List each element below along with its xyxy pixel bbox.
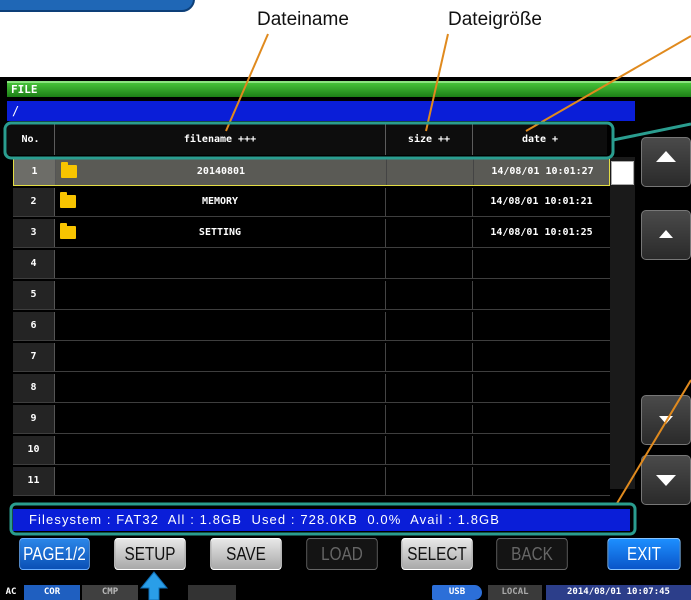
- row-number: 11: [13, 467, 55, 495]
- header-no[interactable]: No.: [7, 124, 55, 155]
- row-filename: MEMORY: [55, 188, 386, 216]
- page-up-button[interactable]: [641, 137, 691, 187]
- table-row[interactable]: 3 SETTING 14/08/01 10:01:25: [13, 219, 610, 248]
- row-filename: [55, 343, 386, 371]
- row-size: [386, 219, 473, 247]
- row-number: 10: [13, 436, 55, 464]
- row-date: [473, 250, 610, 278]
- scrollbar[interactable]: [610, 157, 635, 489]
- table-row[interactable]: 10: [13, 436, 610, 465]
- header-date[interactable]: date +: [473, 124, 607, 155]
- row-size: [386, 436, 473, 464]
- table-row[interactable]: 8: [13, 374, 610, 403]
- row-date: [473, 343, 610, 371]
- filename-text: MEMORY: [201, 196, 239, 207]
- row-filename: [55, 312, 386, 340]
- row-date: [473, 312, 610, 340]
- row-size: [386, 281, 473, 309]
- row-filename: [55, 405, 386, 433]
- row-filename: SETTING: [55, 219, 386, 247]
- row-date: 14/08/01 10:01:21: [490, 196, 593, 207]
- row-filename: [55, 436, 386, 464]
- file-table: 1 20140801 14/08/01 10:01:27 2 MEMORY 14/08/0…: [13, 157, 610, 496]
- row-number: 7: [13, 343, 55, 371]
- select-button[interactable]: SELECT: [401, 538, 473, 570]
- folder-icon: [60, 192, 76, 208]
- up-icon: [659, 230, 673, 238]
- row-size: [386, 374, 473, 402]
- row-number: 9: [13, 405, 55, 433]
- row-size: [386, 343, 473, 371]
- row-number: 6: [13, 312, 55, 340]
- folder-icon: [61, 162, 77, 178]
- double-up-icon: [656, 151, 676, 162]
- row-filename: [55, 374, 386, 402]
- filesystem-status: Filesystem : FAT32 All : 1.8GB Used : 72…: [13, 509, 630, 531]
- exit-button[interactable]: EXIT: [607, 538, 681, 570]
- scroll-thumb[interactable]: [611, 161, 634, 185]
- scroll-up-button[interactable]: [641, 210, 691, 260]
- row-number: 1: [14, 158, 56, 185]
- status-slot: [188, 585, 236, 600]
- row-number: 2: [13, 188, 55, 216]
- file-screen: FILE / No. filename +++ size ++ date + 1…: [0, 77, 691, 600]
- row-date: 14/08/01 10:01:25: [490, 227, 593, 238]
- back-button[interactable]: BACK: [496, 538, 568, 570]
- datetime-display: 2014/08/01 10:07:45: [546, 585, 691, 600]
- table-row[interactable]: 1 20140801 14/08/01 10:01:27: [13, 157, 610, 186]
- table-row[interactable]: 5: [13, 281, 610, 310]
- row-size: [386, 405, 473, 433]
- row-number: 8: [13, 374, 55, 402]
- row-number: 4: [13, 250, 55, 278]
- row-size: [386, 250, 473, 278]
- annotation-filename-label: Dateiname: [257, 9, 349, 30]
- cmp-indicator: CMP: [82, 585, 138, 600]
- row-size: [387, 158, 474, 185]
- row-date: [473, 436, 610, 464]
- row-size: [386, 188, 473, 216]
- page-down-button[interactable]: [641, 455, 691, 505]
- row-filename: [55, 250, 386, 278]
- table-row[interactable]: 4: [13, 250, 610, 279]
- setup-button[interactable]: SETUP: [114, 538, 186, 570]
- row-date: [473, 467, 610, 495]
- header-size[interactable]: size ++: [386, 124, 473, 155]
- usb-indicator: USB: [432, 585, 482, 600]
- row-size: [386, 467, 473, 495]
- row-filename: 20140801: [56, 158, 387, 185]
- row-date: 14/08/01 10:01:27: [491, 166, 594, 177]
- row-date: [473, 374, 610, 402]
- cor-indicator: COR: [24, 585, 80, 600]
- local-indicator: LOCAL: [488, 585, 542, 600]
- save-button[interactable]: SAVE: [210, 538, 282, 570]
- corner-tab: [0, 0, 195, 12]
- path-bar: /: [7, 101, 635, 121]
- annotation-size-label: Dateigröße: [448, 9, 542, 30]
- filename-text: 20140801: [196, 166, 246, 177]
- row-number: 5: [13, 281, 55, 309]
- row-filename: [55, 281, 386, 309]
- table-row[interactable]: 9: [13, 405, 610, 434]
- row-filename: [55, 467, 386, 495]
- row-size: [386, 312, 473, 340]
- table-row[interactable]: 11: [13, 467, 610, 496]
- load-button[interactable]: LOAD: [306, 538, 378, 570]
- scroll-down-button[interactable]: [641, 395, 691, 445]
- table-row[interactable]: 2 MEMORY 14/08/01 10:01:21: [13, 188, 610, 217]
- row-number: 3: [13, 219, 55, 247]
- ac-indicator: AC: [0, 585, 22, 600]
- header-filename[interactable]: filename +++: [55, 124, 386, 155]
- table-header: No. filename +++ size ++ date +: [7, 124, 607, 155]
- filename-text: SETTING: [198, 227, 242, 238]
- page-button[interactable]: PAGE1/2: [19, 538, 90, 570]
- window-title: FILE: [7, 81, 691, 97]
- table-row[interactable]: 6: [13, 312, 610, 341]
- row-date: [473, 405, 610, 433]
- row-date: [473, 281, 610, 309]
- double-down-icon: [656, 475, 676, 486]
- down-icon: [659, 416, 673, 424]
- folder-icon: [60, 223, 76, 239]
- table-row[interactable]: 7: [13, 343, 610, 372]
